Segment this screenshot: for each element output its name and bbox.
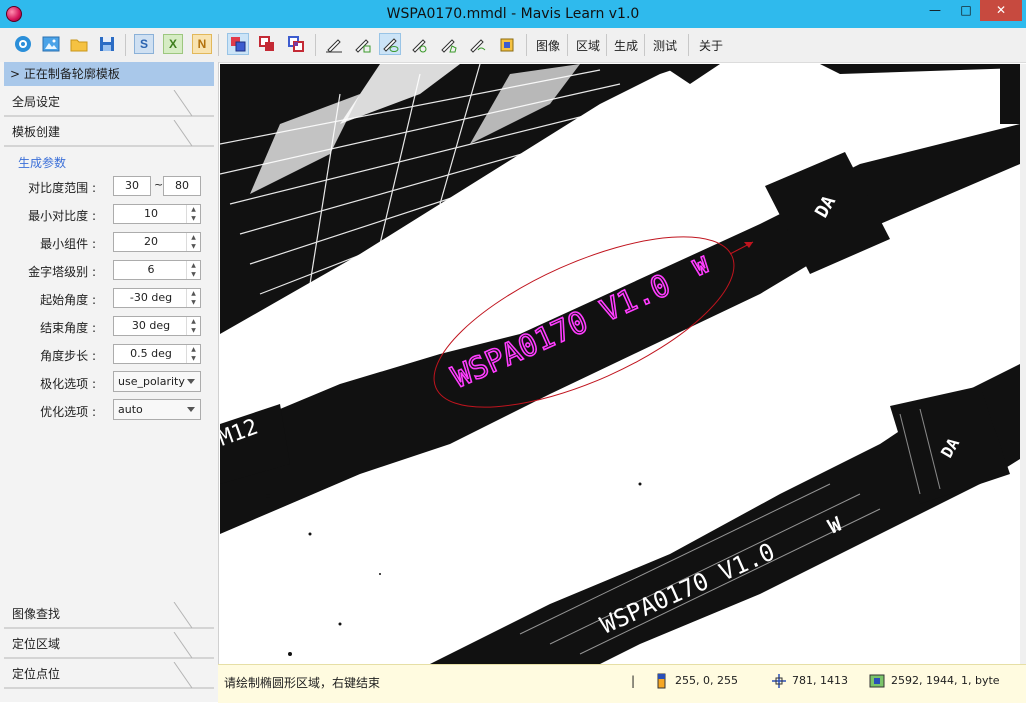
section-label: 全局设定 (12, 95, 61, 109)
chevron-down-icon[interactable] (187, 407, 195, 412)
chevron-down-icon[interactable] (187, 379, 195, 384)
open-folder-icon[interactable] (68, 33, 90, 55)
minimize-button[interactable]: — (918, 0, 952, 21)
spin-down-icon[interactable]: ▼ (187, 326, 200, 335)
contrast-tilde: ~ (154, 178, 164, 191)
image-canvas[interactable]: DA WSPA0170 V1.0 W M12 DA WSPA0170 V1.0 … (220, 64, 1020, 664)
menu-about[interactable]: 关于 (699, 37, 723, 54)
optimize-label: 优化选项 : (40, 405, 96, 419)
status-separator: | (631, 674, 636, 688)
n-button[interactable]: N (192, 34, 212, 54)
region-intersect-icon[interactable] (285, 33, 307, 55)
draw-freehand-icon[interactable] (466, 33, 488, 55)
spinner-value[interactable]: -30 deg (114, 289, 188, 307)
image-info-icon (869, 674, 885, 688)
spinner-value[interactable]: 6 (114, 261, 188, 279)
contrast-max-input[interactable]: 80 (163, 176, 201, 196)
params-group-title: 生成参数 (18, 156, 67, 170)
contrast-range-label: 对比度范围 : (28, 181, 96, 195)
section-template-create[interactable]: 模板创建 (4, 120, 214, 148)
optimize-select[interactable]: auto (113, 399, 201, 420)
spin-down-icon[interactable]: ▼ (187, 298, 200, 307)
contrast-range: 30 ~ 80 (113, 176, 203, 196)
menu-region[interactable]: 区域 (576, 37, 600, 54)
select-value: auto (118, 403, 143, 416)
active-section-header[interactable]: > 正在制备轮廓模板 (4, 62, 214, 86)
section-global-settings[interactable]: 全局设定 (4, 90, 214, 118)
clear-region-icon[interactable] (496, 33, 518, 55)
status-bar: 请绘制椭圆形区域，右键结束 | 255, 0, 255 781, 1413 25… (218, 664, 1026, 703)
draw-circle-icon[interactable] (408, 33, 430, 55)
region-union-icon[interactable] (227, 33, 249, 55)
section-label: 模板创建 (12, 125, 61, 139)
window-title: WSPA0170.mmdl - Mavis Learn v1.0 (386, 6, 640, 22)
camera-icon[interactable] (12, 33, 34, 55)
status-message: 请绘制椭圆形区域，右键结束 (224, 676, 381, 690)
spinner-value[interactable]: 0.5 deg (114, 345, 188, 363)
polarity-select[interactable]: use_polarity (113, 371, 201, 392)
spin-up-icon[interactable]: ▲ (187, 205, 200, 214)
spin-up-icon[interactable]: ▲ (187, 233, 200, 242)
draw-line-icon[interactable] (323, 33, 345, 55)
section-locate-region[interactable]: 定位区域 (4, 632, 214, 660)
binary-image[interactable]: DA WSPA0170 V1.0 W M12 DA WSPA0170 V1.0 … (220, 64, 1020, 664)
crosshair-icon (772, 674, 786, 688)
start-angle-spinner[interactable]: -30 deg ▲ ▼ (113, 288, 201, 308)
spin-up-icon[interactable]: ▲ (187, 261, 200, 270)
spin-down-icon[interactable]: ▼ (187, 214, 200, 223)
angle-step-label: 角度步长 : (40, 349, 96, 363)
x-button[interactable]: X (163, 34, 183, 54)
min-contrast-spinner[interactable]: 10 ▲ ▼ (113, 204, 201, 224)
s-button[interactable]: S (134, 34, 154, 54)
min-component-spinner[interactable]: 20 ▲ ▼ (113, 232, 201, 252)
pixel-value-icon (657, 673, 666, 689)
draw-rectangle-icon[interactable] (351, 33, 373, 55)
min-component-label: 最小组件 : (40, 237, 96, 251)
spin-up-icon[interactable]: ▲ (187, 317, 200, 326)
menu-test[interactable]: 测试 (653, 37, 677, 54)
close-button[interactable]: ✕ (980, 0, 1022, 21)
sidebar: > 正在制备轮廓模板 全局设定 模板创建 生成参数 对比度范围 : 30 ~ 8… (0, 62, 219, 702)
contrast-min-input[interactable]: 30 (113, 176, 151, 196)
title-bar: WSPA0170.mmdl - Mavis Learn v1.0 — □ ✕ (0, 0, 1026, 28)
section-image-search[interactable]: 图像查找 (4, 602, 214, 630)
pyramid-level-label: 金字塔级别 : (28, 265, 96, 279)
spin-down-icon[interactable]: ▼ (187, 270, 200, 279)
polarity-label: 极化选项 : (40, 377, 96, 391)
end-angle-label: 结束角度 : (40, 321, 96, 335)
draw-polygon-icon[interactable] (437, 33, 459, 55)
end-angle-spinner[interactable]: 30 deg ▲ ▼ (113, 316, 201, 336)
toolbar: S X N 图像 区域 生成 测试 关于 (0, 28, 1026, 63)
open-image-icon[interactable] (40, 33, 62, 55)
section-locate-point[interactable]: 定位点位 (4, 662, 214, 690)
spinner-value[interactable]: 10 (114, 205, 188, 223)
spin-up-icon[interactable]: ▲ (187, 345, 200, 354)
select-value: use_polarity (118, 375, 185, 388)
spinner-value[interactable]: 30 deg (114, 317, 188, 335)
section-label: 定位点位 (12, 667, 61, 681)
spin-up-icon[interactable]: ▲ (187, 289, 200, 298)
spin-down-icon[interactable]: ▼ (187, 242, 200, 251)
draw-ellipse-icon[interactable] (379, 33, 401, 55)
section-label: 图像查找 (12, 607, 61, 621)
menu-image[interactable]: 图像 (536, 37, 560, 54)
start-angle-label: 起始角度 : (40, 293, 96, 307)
section-label: 定位区域 (12, 637, 61, 651)
canvas-edge (1020, 64, 1026, 664)
menu-generate[interactable]: 生成 (614, 37, 638, 54)
region-difference-icon[interactable] (256, 33, 278, 55)
pixel-value-text: 255, 0, 255 (675, 674, 738, 687)
min-contrast-label: 最小对比度 : (28, 209, 96, 223)
pyramid-level-spinner[interactable]: 6 ▲ ▼ (113, 260, 201, 280)
save-icon[interactable] (96, 33, 118, 55)
angle-step-spinner[interactable]: 0.5 deg ▲ ▼ (113, 344, 201, 364)
spinner-value[interactable]: 20 (114, 233, 188, 251)
image-info-text: 2592, 1944, 1, byte (891, 674, 1000, 687)
coordinates-text: 781, 1413 (792, 674, 848, 687)
maximize-button[interactable]: □ (952, 0, 980, 21)
spin-down-icon[interactable]: ▼ (187, 354, 200, 363)
